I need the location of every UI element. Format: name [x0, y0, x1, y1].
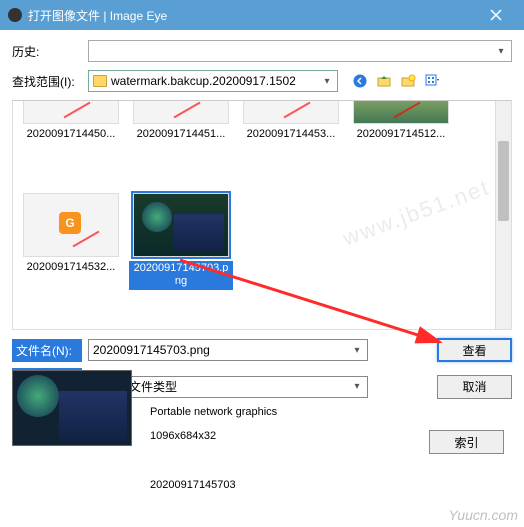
- file-item[interactable]: 2020091714453...: [237, 105, 345, 145]
- file-item[interactable]: 2020091714512...: [347, 105, 455, 145]
- chevron-down-icon: ▾: [349, 381, 365, 392]
- back-button[interactable]: [350, 71, 370, 91]
- filename-field[interactable]: [93, 343, 363, 357]
- cancel-button[interactable]: 取消: [437, 375, 512, 399]
- view-menu-button[interactable]: [422, 71, 442, 91]
- file-name: 2020091714512...: [357, 128, 446, 141]
- close-button[interactable]: [476, 0, 516, 30]
- file-item-selected[interactable]: 20200917145703.png: [127, 189, 235, 293]
- lookin-label: 查找范围(I):: [12, 73, 82, 90]
- scrollbar[interactable]: [495, 101, 511, 329]
- chevron-down-icon: ▾: [319, 76, 335, 87]
- window-title: 打开图像文件 | Image Eye: [28, 7, 167, 24]
- up-one-level-button[interactable]: [374, 71, 394, 91]
- chevron-down-icon: ▾: [493, 46, 509, 57]
- filename-label: 文件名(N):: [12, 339, 82, 362]
- filename-input[interactable]: ▾: [88, 339, 368, 361]
- meta-dimensions: 1096x684x32: [150, 424, 277, 448]
- view-button[interactable]: 查看: [437, 338, 512, 362]
- history-combo[interactable]: ▾: [88, 40, 512, 62]
- folder-icon: [93, 75, 107, 87]
- file-name: 2020091714532...: [27, 261, 116, 274]
- file-item[interactable]: 2020091714451...: [127, 105, 235, 145]
- preview-thumbnail: [12, 370, 132, 446]
- file-name: 2020091714451...: [137, 128, 226, 141]
- app-icon: [8, 8, 22, 22]
- file-list-area: 2020091714450... 2020091714451... 202009…: [12, 100, 512, 330]
- new-folder-button[interactable]: [398, 71, 418, 91]
- index-button[interactable]: 索引: [429, 430, 504, 454]
- file-name: 20200917145703.png: [129, 261, 233, 289]
- file-name: 2020091714453...: [247, 128, 336, 141]
- chevron-down-icon: ▾: [349, 345, 365, 356]
- watermark: Yuucn.com: [448, 507, 518, 523]
- meta-timestamp: 20200917145703: [150, 473, 277, 497]
- meta-format: Portable network graphics: [150, 400, 277, 424]
- file-item[interactable]: 2020091714450...: [17, 105, 125, 145]
- scrollbar-thumb[interactable]: [498, 141, 509, 221]
- lookin-combo[interactable]: watermark.bakcup.20200917.1502 ▾: [88, 70, 338, 92]
- file-name: 2020091714450...: [27, 128, 116, 141]
- lookin-path: watermark.bakcup.20200917.1502: [111, 74, 296, 88]
- history-label: 历史:: [12, 43, 82, 60]
- file-item[interactable]: G 2020091714532...: [17, 189, 125, 293]
